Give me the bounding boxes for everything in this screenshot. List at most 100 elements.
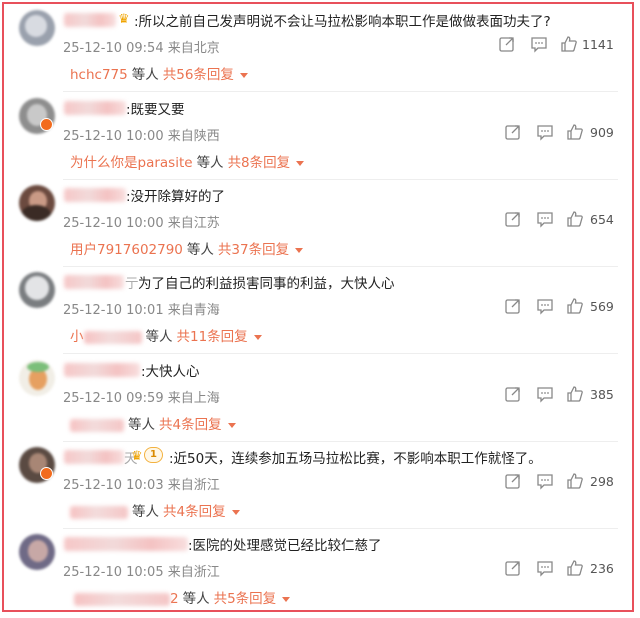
- comment-text: :既要又要: [126, 102, 185, 118]
- chevron-down-icon: [253, 334, 262, 340]
- avatar[interactable]: [19, 185, 55, 221]
- reply-user[interactable]: 为什么你是parasite: [70, 155, 193, 171]
- thumbs-up-icon[interactable]: [566, 385, 584, 403]
- reply-summary[interactable]: 2 等人 共5条回复: [74, 587, 291, 607]
- comment-icon[interactable]: [536, 123, 554, 141]
- chevron-down-icon: [227, 422, 236, 428]
- comment-time: 25-12-10 09:54: [63, 41, 164, 56]
- share-icon[interactable]: [504, 210, 522, 228]
- username[interactable]: [64, 275, 124, 289]
- reply-count[interactable]: 共4条回复: [163, 504, 226, 520]
- share-icon[interactable]: [504, 123, 522, 141]
- chevron-down-icon: [282, 596, 291, 602]
- comment-location: 来自北京: [167, 41, 220, 56]
- reply-user[interactable]: 小: [70, 329, 84, 345]
- divider: [63, 353, 618, 354]
- reply-count[interactable]: 共37条回复: [218, 242, 289, 258]
- username[interactable]: [64, 13, 116, 27]
- reply-summary[interactable]: 为什么你是parasite 等人 共8条回复: [70, 151, 305, 171]
- comment-icon[interactable]: [530, 35, 548, 53]
- comment-time: 25-12-10 09:59: [63, 391, 164, 406]
- reply-summary[interactable]: 等人 共4条回复: [70, 413, 236, 433]
- comment-icon[interactable]: [536, 472, 554, 490]
- thumbs-up-icon[interactable]: [566, 559, 584, 577]
- comment-meta: 25-12-10 10:00 来自江苏: [63, 212, 220, 231]
- comment-item: 亍 为了自己的利益损害同事的利益，大快人心 25-12-10 10:01 来自青…: [4, 268, 632, 356]
- comment-time: 25-12-10 10:03: [63, 478, 164, 493]
- like-count: 298: [590, 474, 614, 489]
- comment-actions: 236: [504, 559, 618, 579]
- like-count: 1141: [582, 37, 614, 52]
- username[interactable]: [64, 537, 188, 551]
- reply-count[interactable]: 共8条回复: [228, 155, 291, 171]
- comment-icon[interactable]: [536, 297, 554, 315]
- comment-item: :没开除算好的了 25-12-10 10:00 来自江苏 654 用户79176…: [4, 181, 632, 269]
- crown-icon: ♛: [131, 449, 143, 464]
- comment-text: :近50天，连续参加五场马拉松比赛，不影响本职工作就怪了。: [169, 451, 542, 467]
- username[interactable]: [64, 450, 124, 464]
- comment-location: 来自江苏: [167, 216, 220, 231]
- share-icon[interactable]: [504, 385, 522, 403]
- comment-location: 来自浙江: [167, 565, 220, 580]
- comment-actions: 569: [504, 297, 618, 317]
- reply-count[interactable]: 共5条回复: [214, 591, 277, 607]
- thumbs-up-icon[interactable]: [566, 210, 584, 228]
- comment-actions: 1141: [498, 35, 618, 55]
- reply-user[interactable]: 2: [170, 591, 179, 607]
- reply-deng: 等人: [131, 67, 159, 83]
- thumbs-up-icon[interactable]: [560, 35, 578, 53]
- share-icon[interactable]: [504, 559, 522, 577]
- avatar[interactable]: [19, 10, 55, 46]
- comment-actions: 385: [504, 385, 618, 405]
- comment-icon[interactable]: [536, 385, 554, 403]
- reply-summary[interactable]: 用户7917602790 等人 共37条回复: [70, 238, 304, 258]
- avatar[interactable]: [19, 272, 55, 308]
- like-count: 236: [590, 561, 614, 576]
- comment-item: :医院的处理感觉已经比较仁慈了 25-12-10 10:05 来自浙江 236 …: [4, 530, 632, 610]
- reply-user-blur[interactable]: [70, 418, 124, 432]
- reply-user-blur[interactable]: [70, 505, 128, 519]
- comment-time: 25-12-10 10:00: [63, 216, 164, 231]
- reply-user-blur[interactable]: [74, 592, 170, 606]
- thumbs-up-icon[interactable]: [566, 123, 584, 141]
- comment-time: 25-12-10 10:00: [63, 129, 164, 144]
- avatar[interactable]: [19, 360, 55, 396]
- share-icon[interactable]: [504, 297, 522, 315]
- reply-summary[interactable]: hchc775 等人 共56条回复: [70, 63, 248, 83]
- username[interactable]: [64, 363, 140, 377]
- reply-user[interactable]: 用户7917602790: [70, 242, 183, 258]
- comment-actions: 909: [504, 123, 618, 143]
- comment-location: 来自上海: [167, 391, 220, 406]
- reply-deng: 等人: [182, 591, 210, 607]
- thumbs-up-icon[interactable]: [566, 297, 584, 315]
- username[interactable]: [64, 188, 126, 202]
- reply-count[interactable]: 共11条回复: [177, 329, 248, 345]
- vip-level-badge: 1: [144, 447, 163, 463]
- reply-count[interactable]: 共4条回复: [159, 417, 222, 433]
- comment-item: ♛ :所以之前自己发声明说不会让马拉松影响本职工作是做做表面功夫了? 25-12…: [4, 6, 632, 94]
- reply-summary[interactable]: 等人 共4条回复: [70, 500, 240, 520]
- reply-deng: 等人: [196, 155, 224, 171]
- comment-meta: 25-12-10 10:01 来自青海: [63, 299, 220, 318]
- comment-icon[interactable]: [536, 559, 554, 577]
- comment-text: :医院的处理感觉已经比较仁慈了: [188, 538, 382, 554]
- username[interactable]: [64, 101, 126, 115]
- share-icon[interactable]: [498, 35, 516, 53]
- reply-user[interactable]: hchc775: [70, 67, 128, 83]
- comment-meta: 25-12-10 09:54 来自北京: [63, 37, 220, 56]
- divider: [63, 179, 618, 180]
- comment-meta: 25-12-10 10:03 来自浙江: [63, 474, 220, 493]
- reply-count[interactable]: 共56条回复: [163, 67, 234, 83]
- divider: [63, 266, 618, 267]
- share-icon[interactable]: [504, 472, 522, 490]
- comment-meta: 25-12-10 09:59 来自上海: [63, 387, 220, 406]
- reply-summary[interactable]: 小 等人 共11条回复: [70, 325, 262, 345]
- thumbs-up-icon[interactable]: [566, 472, 584, 490]
- divider: [63, 91, 618, 92]
- comment-icon[interactable]: [536, 210, 554, 228]
- reply-user-blur: [83, 330, 142, 344]
- like-count: 909: [590, 125, 614, 140]
- avatar[interactable]: [19, 534, 55, 570]
- comment-location: 来自陕西: [167, 129, 220, 144]
- comment-text: :没开除算好的了: [126, 189, 226, 205]
